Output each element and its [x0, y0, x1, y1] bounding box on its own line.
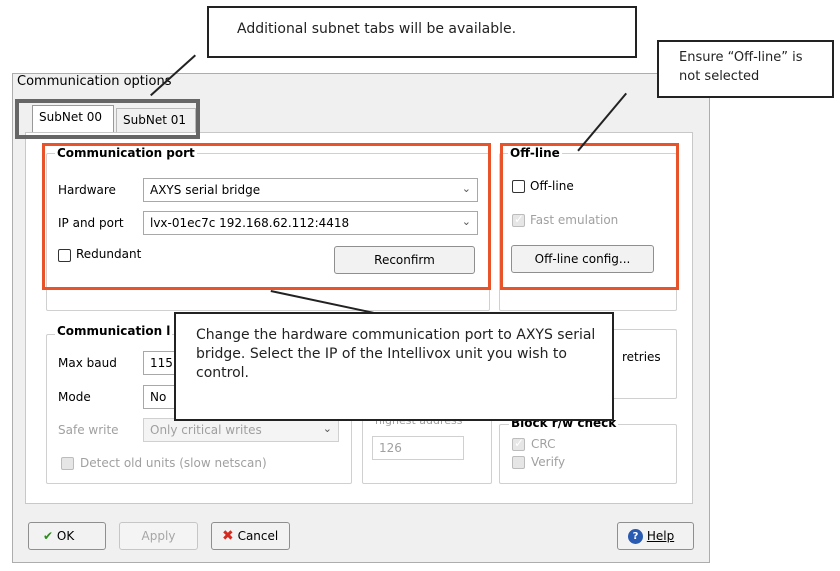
- help-button[interactable]: ? Help: [617, 522, 694, 550]
- max-baud-label: Max baud: [58, 356, 117, 370]
- chevron-down-icon: ⌄: [322, 422, 332, 435]
- verify-checkbox[interactable]: [512, 456, 525, 469]
- safe-write-label: Safe write: [58, 423, 119, 437]
- block-check-group: [499, 424, 677, 484]
- verify-label: Verify: [531, 455, 566, 469]
- cancel-button[interactable]: ✖ Cancel: [211, 522, 290, 550]
- crc-label: CRC: [531, 437, 556, 451]
- offline-highlight: [500, 143, 679, 290]
- help-label: Help: [646, 529, 675, 543]
- highest-address-field[interactable]: 126: [372, 436, 464, 460]
- help-icon: ?: [628, 529, 643, 544]
- cross-icon: ✖: [222, 528, 234, 544]
- cancel-label: Cancel: [237, 529, 279, 543]
- tabs-callout: Additional subnet tabs will be available…: [207, 6, 637, 58]
- tabs-highlight-box: [15, 99, 200, 139]
- ok-label: OK: [56, 529, 75, 543]
- retries-label: retries: [622, 350, 661, 364]
- window-title: Communication options: [17, 74, 172, 89]
- checkmark-icon: ✔: [43, 529, 54, 543]
- safe-write-select[interactable]: Only critical writes ⌄: [143, 418, 339, 442]
- crc-checkbox[interactable]: [512, 436, 525, 451]
- ok-button[interactable]: ✔ OK: [28, 522, 106, 550]
- max-baud-value: 115: [150, 356, 173, 370]
- communication-link-title: Communication l: [55, 324, 173, 338]
- safe-write-value: Only critical writes: [150, 423, 262, 437]
- detect-old-units-checkbox[interactable]: [61, 457, 74, 470]
- mode-label: Mode: [58, 390, 91, 404]
- port-callout: Change the hardware communication port t…: [174, 312, 614, 421]
- apply-button[interactable]: Apply: [119, 522, 198, 550]
- communication-port-highlight: [42, 143, 491, 290]
- mode-value: No: [150, 390, 167, 404]
- offline-callout: Ensure “Off-line” is not selected: [657, 40, 834, 98]
- detect-old-units-label: Detect old units (slow netscan): [80, 456, 267, 470]
